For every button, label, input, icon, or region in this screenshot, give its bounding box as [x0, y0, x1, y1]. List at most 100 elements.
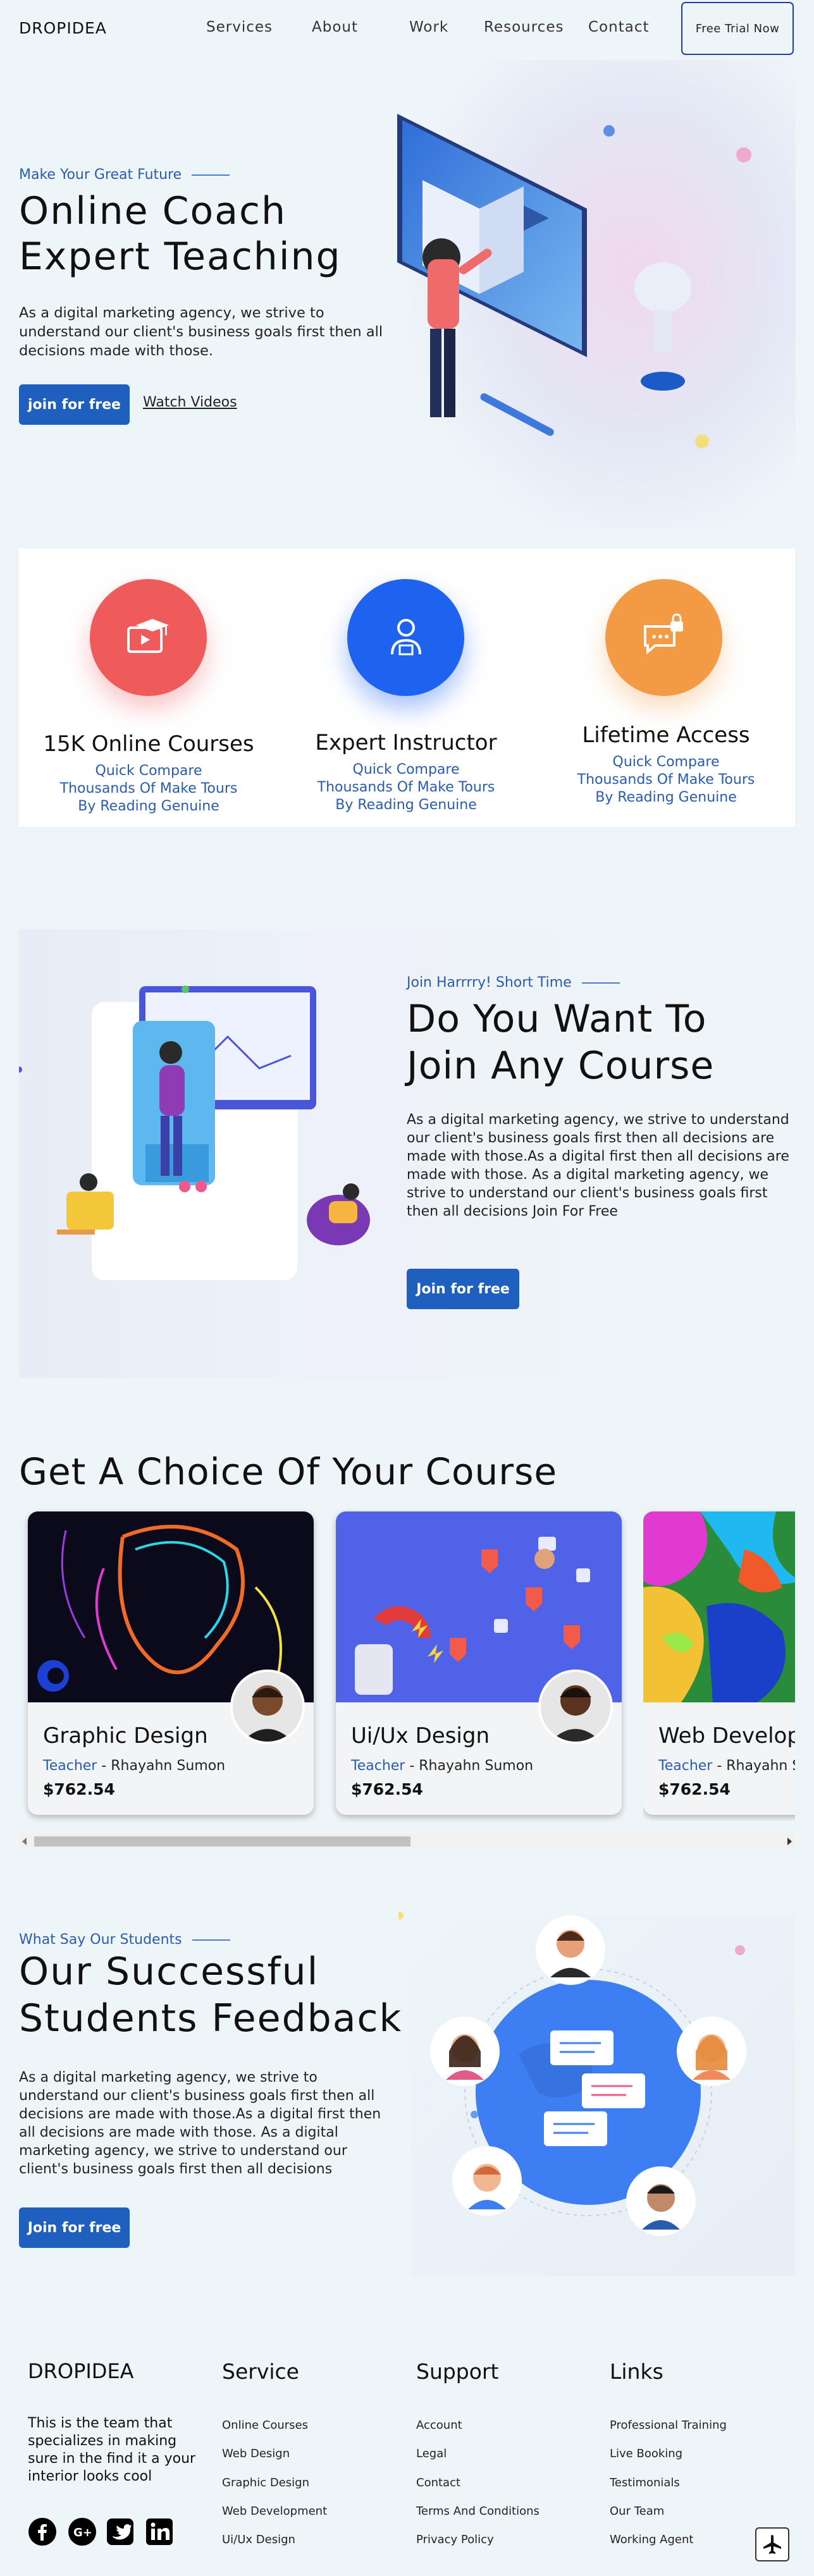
feature-circle-courses: [90, 579, 207, 696]
eyebrow-divider: [192, 1939, 230, 1941]
feature-line: By Reading Genuine: [595, 790, 737, 805]
join-title: Do You Want To Join Any Course: [407, 996, 714, 1089]
feature-desc-courses: Quick Compare Thousands Of Make Tours By…: [28, 762, 269, 815]
google-plus-icon[interactable]: G+: [68, 2517, 97, 2546]
course-image-web-development: [643, 1511, 795, 1702]
hero-description: As a digital marketing agency, we strive…: [19, 305, 383, 359]
footer-support-heading: Support: [416, 2359, 499, 2384]
feature-line: Thousands Of Make Tours: [59, 781, 238, 797]
feedback-title-line2: Students Feedback: [19, 1996, 403, 2041]
join-illustration: [16, 974, 398, 1328]
feature-line: By Reading Genuine: [335, 797, 477, 813]
course-card-clip: Web Development Teacher - Rhayahn Sumon …: [643, 1505, 795, 1821]
scroll-right-icon[interactable]: [787, 1838, 792, 1845]
teacher-role: Teacher: [658, 1758, 713, 1774]
linkedin-icon[interactable]: [145, 2517, 174, 2546]
course-card-uiux-design[interactable]: Ui/Ux Design Teacher - Rhayahn Sumon $76…: [336, 1511, 622, 1815]
nav-about[interactable]: About: [312, 19, 358, 35]
hero-eyebrow-text: Make Your Great Future: [19, 167, 182, 183]
course-price: $762.54: [351, 1780, 423, 1798]
footer-link-terms[interactable]: Terms And Conditions: [416, 2505, 540, 2518]
facebook-icon[interactable]: [28, 2517, 57, 2546]
free-trial-button[interactable]: Free Trial Now: [681, 2, 794, 55]
feedback-title-line1: Our Successful: [19, 1950, 319, 1994]
footer-link-testimonials[interactable]: Testimonials: [610, 2476, 680, 2489]
course-card-graphic-design[interactable]: Graphic Design Teacher - Rhayahn Sumon $…: [28, 1511, 314, 1815]
airplane-icon: [763, 2535, 781, 2554]
nav-work[interactable]: Work: [409, 19, 448, 35]
avatar: [230, 1670, 305, 1744]
feedback-illustration: [396, 1896, 795, 2276]
course-card-web-development[interactable]: Web Development Teacher - Rhayahn Sumon …: [643, 1511, 795, 1815]
hero-title-line2: Expert Teaching: [19, 235, 342, 279]
course-title: Web Development: [658, 1723, 795, 1749]
footer-link-privacy[interactable]: Privacy Policy: [416, 2533, 494, 2546]
join-title-line2: Join Any Course: [407, 1044, 715, 1088]
footer-link-graphic-design[interactable]: Graphic Design: [222, 2476, 309, 2489]
course-price: $762.54: [43, 1780, 115, 1798]
footer-link-online-courses[interactable]: Online Courses: [222, 2419, 308, 2432]
feature-line: Quick Compare: [612, 754, 720, 770]
nav-contact[interactable]: Contact: [588, 19, 649, 35]
scrollbar-thumb[interactable]: [34, 1836, 410, 1847]
feature-line: Thousands Of Make Tours: [317, 779, 495, 795]
courses-heading: Get A Choice Of Your Course: [19, 1450, 558, 1493]
course-title: Ui/Ux Design: [351, 1723, 490, 1749]
footer-link-live-booking[interactable]: Live Booking: [610, 2447, 682, 2460]
svg-text:G+: G+: [73, 2526, 92, 2539]
feature-title-access: Lifetime Access: [582, 723, 750, 748]
eyebrow-divider: [192, 174, 230, 176]
course-teacher: Teacher - Rhayahn Sumon: [351, 1758, 533, 1774]
course-price: $762.54: [658, 1780, 731, 1798]
nav-resources[interactable]: Resources: [484, 19, 564, 35]
feedback-join-button[interactable]: Join for free: [19, 2207, 130, 2248]
footer-link-web-development[interactable]: Web Development: [222, 2505, 327, 2518]
watch-videos-link[interactable]: Watch Videos: [143, 394, 237, 410]
footer-link-account[interactable]: Account: [416, 2419, 462, 2432]
footer-link-our-team[interactable]: Our Team: [610, 2505, 664, 2518]
secure-chat-icon: [643, 613, 683, 654]
feature-line: Thousands Of Make Tours: [577, 772, 755, 788]
course-title: Graphic Design: [43, 1723, 208, 1749]
hero-eyebrow: Make Your Great Future: [19, 167, 230, 183]
feature-title-instructor: Expert Instructor: [315, 730, 497, 755]
course-teacher: Teacher - Rhayahn Sumon: [658, 1758, 795, 1774]
video-course-icon: [126, 618, 169, 653]
hero-title-line1: Online Coach: [19, 189, 287, 233]
footer-link-contact[interactable]: Contact: [416, 2476, 460, 2489]
footer-link-working-agent[interactable]: Working Agent: [610, 2533, 693, 2546]
hero-join-button[interactable]: join for free: [19, 384, 130, 425]
feature-circle-instructor: [347, 579, 464, 696]
teacher-role: Teacher: [351, 1758, 405, 1774]
courses-scrollbar[interactable]: [19, 1834, 795, 1849]
nav-services[interactable]: Services: [206, 19, 273, 35]
instructor-icon: [390, 618, 421, 655]
join-title-line1: Do You Want To: [407, 997, 707, 1041]
footer-links-heading: Links: [610, 2359, 663, 2384]
site-logo[interactable]: DROPIDEA: [19, 19, 107, 37]
hero-illustration: [397, 60, 796, 528]
teacher-name: - Rhayahn Sumon: [97, 1758, 226, 1774]
feature-desc-instructor: Quick Compare Thousands Of Make Tours By…: [286, 761, 526, 814]
feature-circle-access: [605, 579, 722, 696]
footer-link-uiux-design[interactable]: Ui/Ux Design: [222, 2533, 295, 2546]
footer-link-legal[interactable]: Legal: [416, 2447, 447, 2460]
feature-desc-access: Quick Compare Thousands Of Make Tours By…: [546, 754, 786, 807]
join-eyebrow-text: Join Harrrry! Short Time: [407, 975, 572, 991]
feedback-title: Our Successful Students Feedback: [19, 1948, 402, 2042]
scroll-left-icon[interactable]: [22, 1838, 27, 1845]
hero-title: Online Coach Expert Teaching: [19, 188, 342, 279]
join-description: As a digital marketing agency, we strive…: [407, 1112, 789, 1219]
feature-line: Quick Compare: [352, 762, 460, 778]
join-eyebrow: Join Harrrry! Short Time: [407, 975, 620, 991]
teacher-name: - Rhayahn Sumon: [405, 1758, 534, 1774]
footer-brand[interactable]: DROPIDEA: [28, 2359, 134, 2383]
join-for-free-button[interactable]: Join for free: [407, 1269, 519, 1309]
airplane-mode-button[interactable]: [755, 2527, 789, 2561]
footer-link-web-design[interactable]: Web Design: [222, 2447, 290, 2460]
feedback-eyebrow-text: What Say Our Students: [19, 1932, 182, 1948]
teacher-role: Teacher: [43, 1758, 97, 1774]
eyebrow-divider: [581, 982, 620, 984]
footer-link-professional-training[interactable]: Professional Training: [610, 2419, 727, 2432]
twitter-icon[interactable]: [106, 2517, 135, 2546]
